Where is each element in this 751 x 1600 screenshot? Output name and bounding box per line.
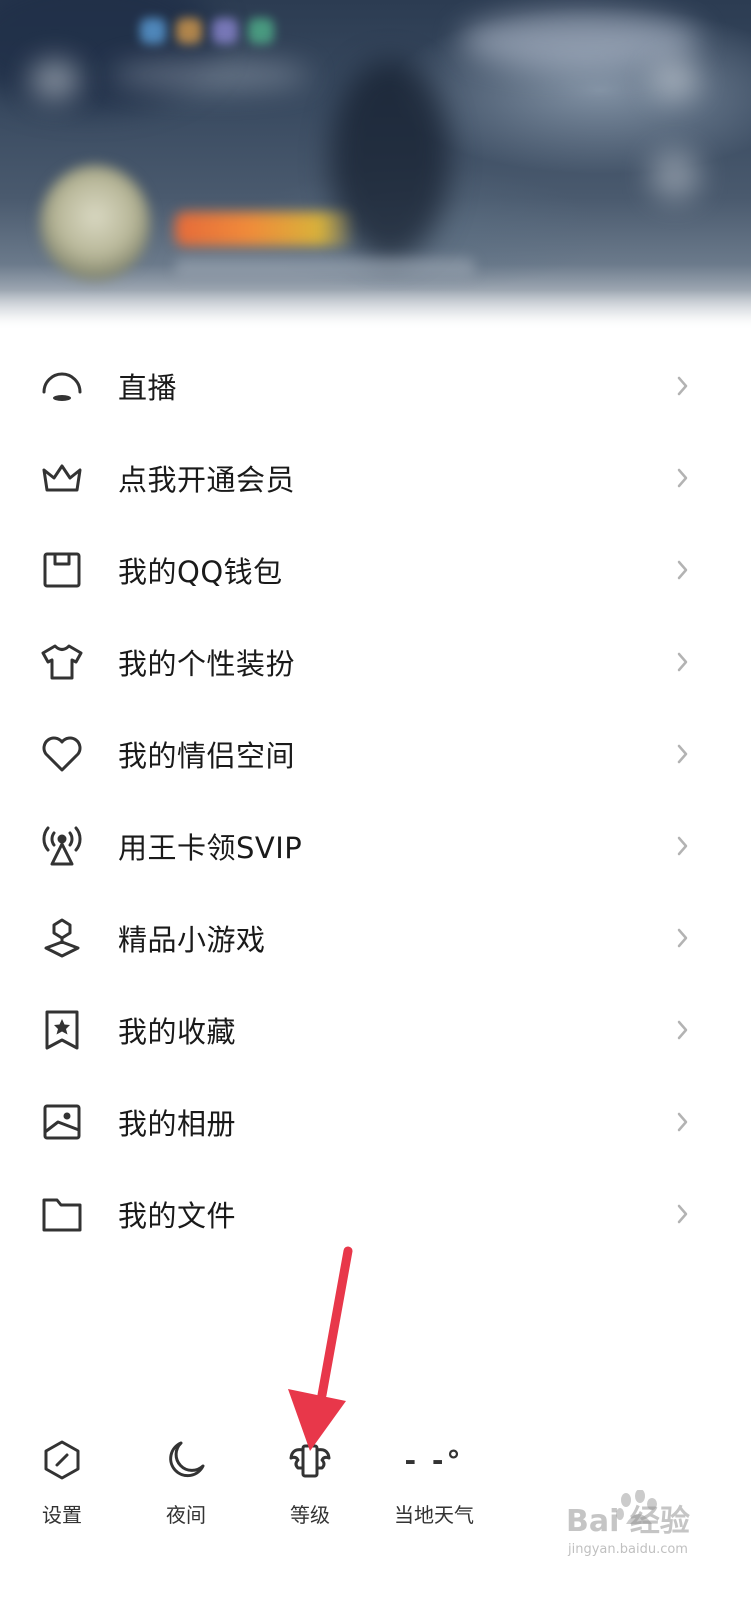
menu-item-live[interactable]: 直播: [0, 340, 751, 432]
menu-item-label: 精品小游戏: [118, 923, 266, 957]
menu-item-files[interactable]: 我的文件: [0, 1168, 751, 1260]
level-label: 等级: [290, 1503, 330, 1527]
nickname-blurred: [175, 212, 355, 246]
chevron-right-icon: [677, 744, 688, 764]
side-menu-list: 直播 点我开通会员 我的QQ钱包 我的个性装扮 我的情侣空间 用王卡领SVIP …: [0, 340, 751, 1260]
moon-icon: [169, 1441, 205, 1478]
night-mode-label: 夜间: [166, 1503, 206, 1527]
menu-item-label: 我的相册: [118, 1107, 237, 1141]
menu-item-dressup[interactable]: 我的个性装扮: [0, 616, 751, 708]
menu-item-label: 我的个性装扮: [118, 647, 296, 681]
baidu-jingyan-watermark: Bai 经验 jingyan.baidu.com: [560, 1490, 740, 1570]
settings-button[interactable]: 设置: [2, 1435, 122, 1528]
game-joystick-icon: [40, 916, 84, 960]
status-bar-blurred: [140, 18, 274, 44]
menu-item-label: 点我开通会员: [118, 463, 296, 497]
weather-label: 当地天气: [394, 1503, 474, 1527]
menu-item-favorites[interactable]: 我的收藏: [0, 984, 751, 1076]
chevron-right-icon: [677, 468, 688, 488]
crown-icon: [40, 456, 84, 500]
chevron-right-icon: [677, 1112, 688, 1132]
folder-icon: [40, 1192, 84, 1236]
chevron-right-icon: [677, 836, 688, 856]
wallet-icon: [40, 548, 84, 592]
avatar[interactable]: [40, 165, 150, 280]
chevron-right-icon: [677, 1204, 688, 1224]
menu-item-couple-space[interactable]: 我的情侣空间: [0, 708, 751, 800]
menu-item-vip[interactable]: 点我开通会员: [0, 432, 751, 524]
menu-item-wangka-svip[interactable]: 用王卡领SVIP: [0, 800, 751, 892]
watermark-text: Bai 经验: [566, 1504, 690, 1539]
menu-item-label: 我的收藏: [118, 1015, 237, 1049]
menu-item-album[interactable]: 我的相册: [0, 1076, 751, 1168]
antenna-icon: [40, 824, 84, 868]
chevron-right-icon: [677, 928, 688, 948]
watermark-url: jingyan.baidu.com: [568, 1542, 688, 1557]
menu-item-wallet[interactable]: 我的QQ钱包: [0, 524, 751, 616]
profile-header-blurred: [0, 0, 751, 330]
menu-item-label: 我的QQ钱包: [118, 555, 283, 589]
photo-album-icon: [40, 1100, 84, 1144]
signature-blurred: [175, 258, 475, 276]
menu-item-label: 我的文件: [118, 1199, 237, 1233]
settings-icon: [44, 1440, 80, 1480]
menu-item-mini-games[interactable]: 精品小游戏: [0, 892, 751, 984]
chevron-right-icon: [677, 1020, 688, 1040]
local-weather-button[interactable]: - -° 当地天气: [374, 1435, 494, 1528]
menu-item-label: 我的情侣空间: [118, 739, 296, 773]
menu-item-label: 用王卡领SVIP: [118, 831, 303, 865]
chevron-right-icon: [677, 652, 688, 672]
chevron-right-icon: [677, 560, 688, 580]
night-mode-button[interactable]: 夜间: [126, 1435, 246, 1528]
heart-icon: [40, 732, 84, 776]
tshirt-icon: [40, 640, 84, 684]
settings-label: 设置: [42, 1503, 82, 1527]
live-icon: [40, 364, 84, 408]
bookmark-star-icon: [40, 1008, 84, 1052]
chevron-right-icon: [677, 376, 688, 396]
menu-item-label: 直播: [118, 371, 178, 405]
weather-temperature: - -°: [404, 1443, 464, 1477]
annotation-arrow: [288, 1246, 353, 1451]
